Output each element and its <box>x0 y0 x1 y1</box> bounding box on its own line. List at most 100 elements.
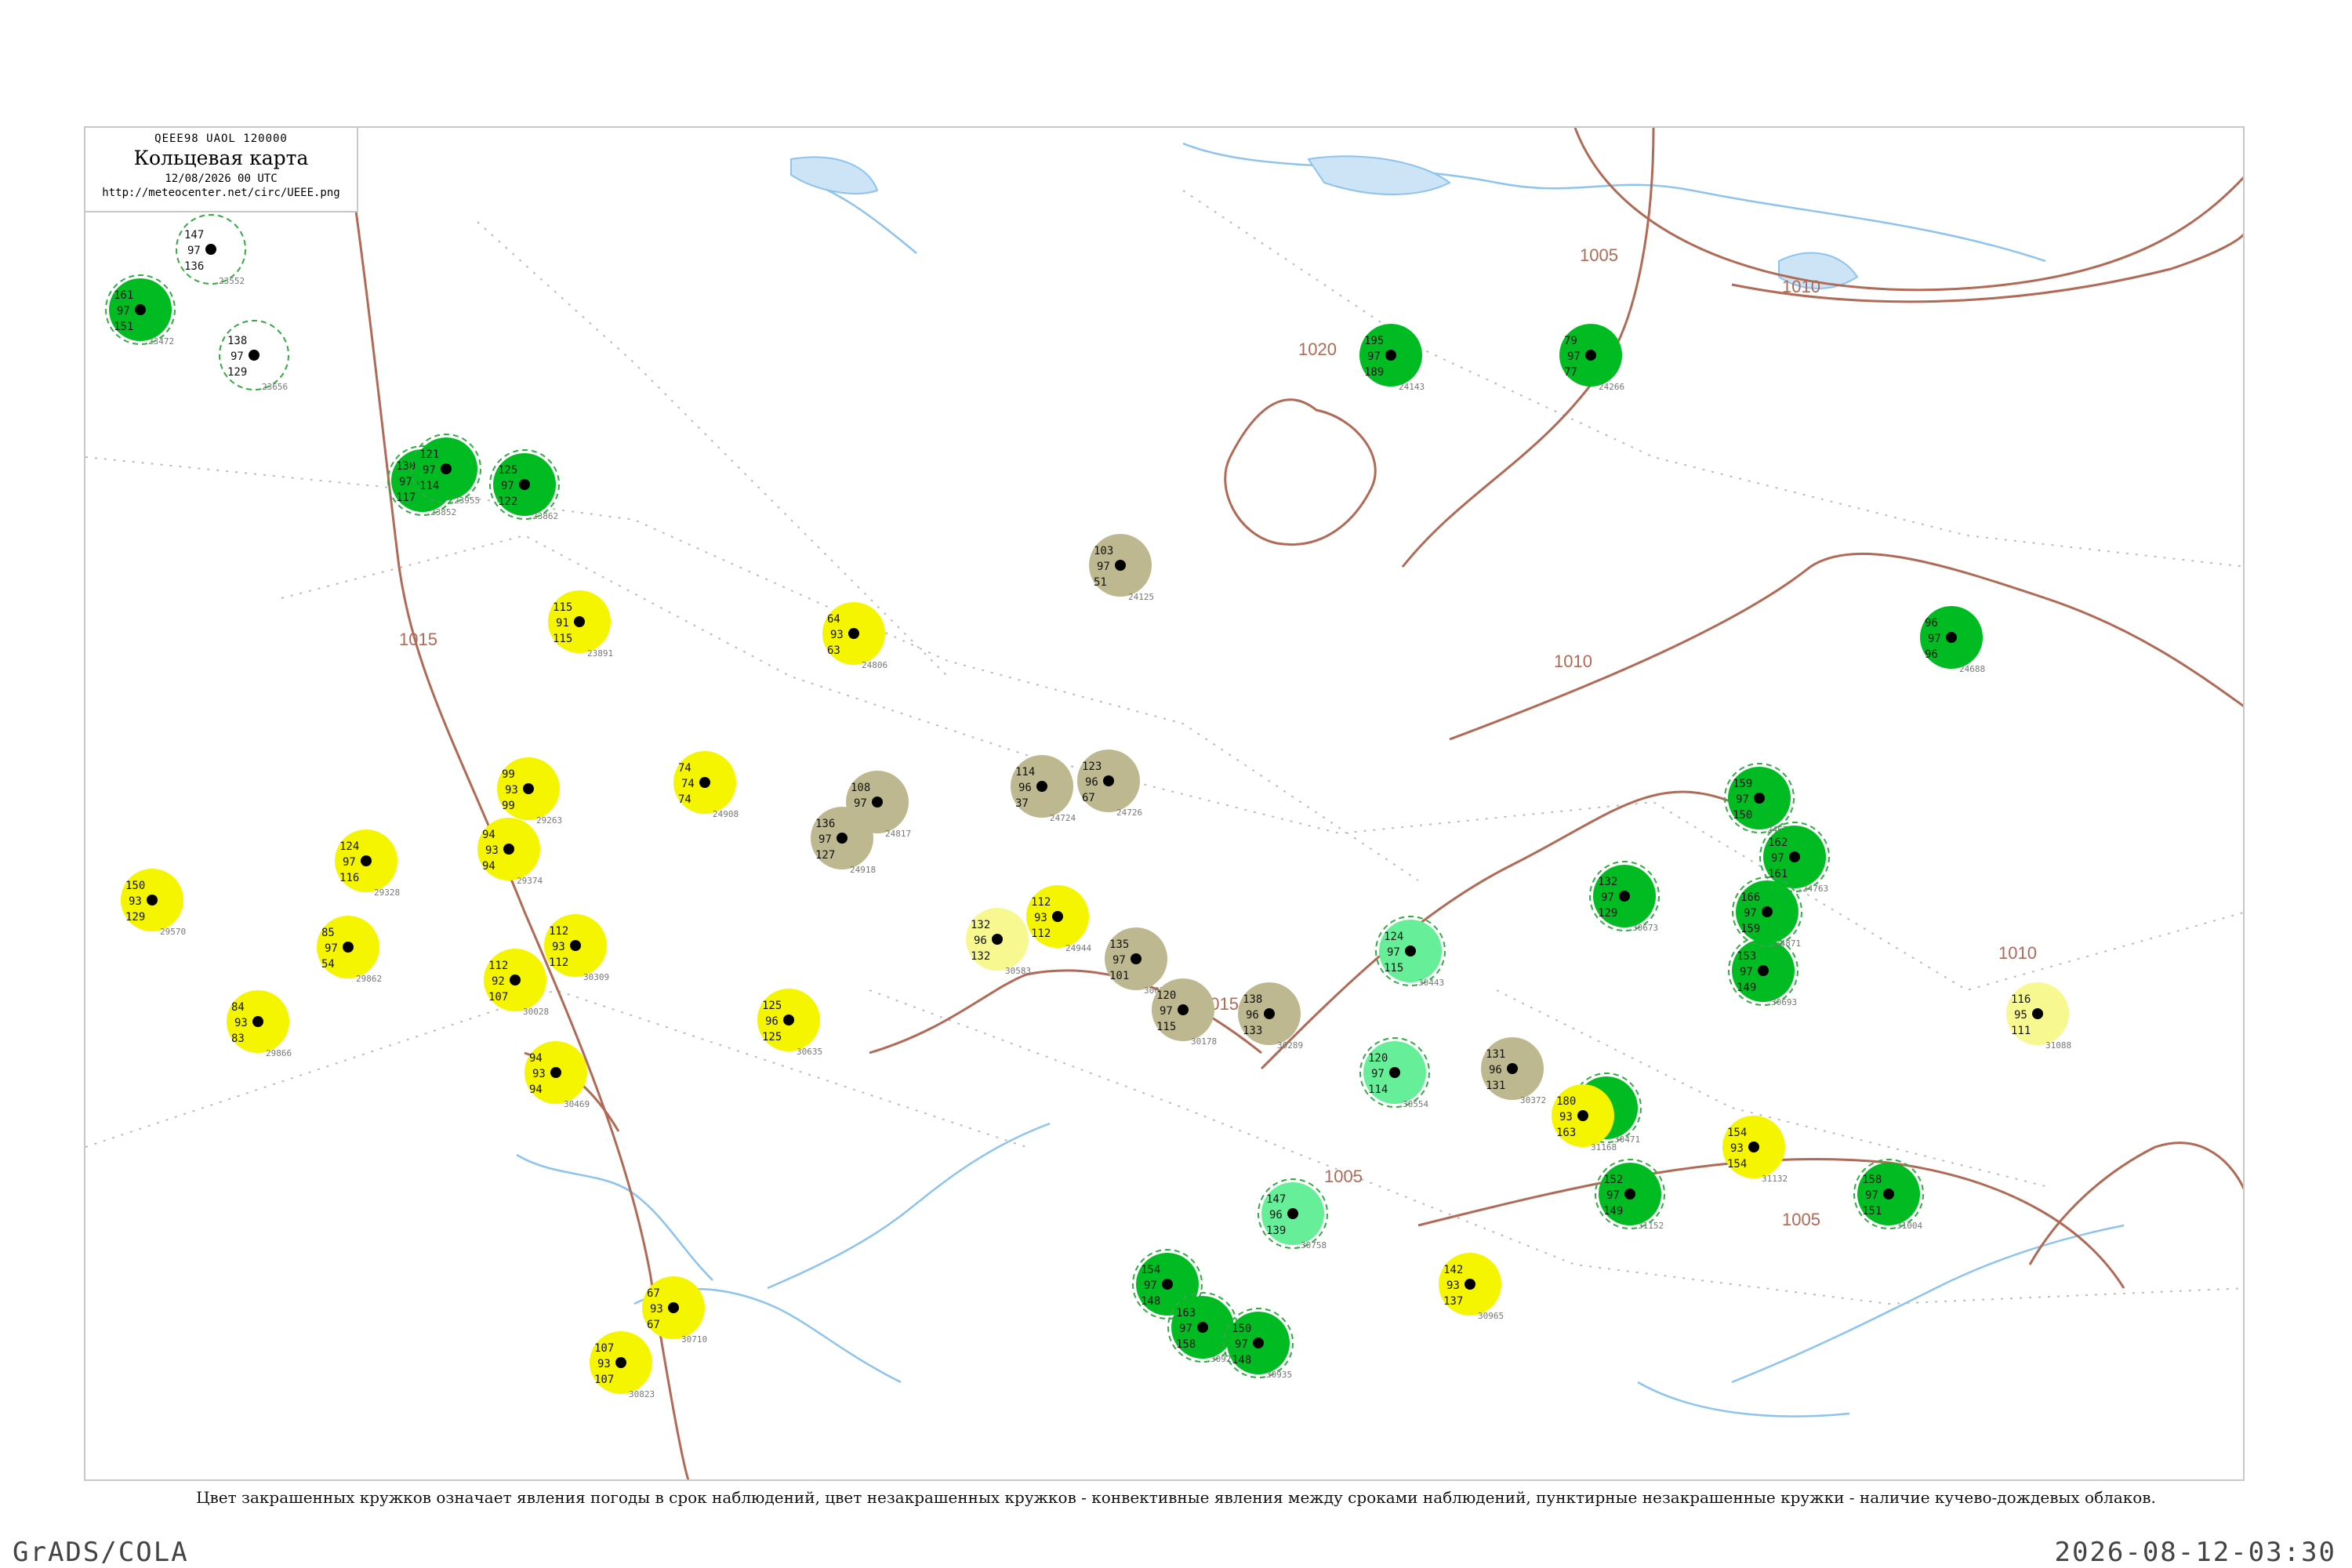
station-plot[interactable]: 154 93 154 31132 <box>1722 1116 1788 1184</box>
station-plot[interactable]: 112 93 112 30309 <box>544 914 609 982</box>
station-dot-icon <box>1577 1110 1588 1121</box>
station-value-bottom: 125 <box>762 1031 782 1044</box>
station-value-top: 120 <box>1368 1052 1388 1065</box>
station-value-bottom: 107 <box>488 991 508 1004</box>
station-value-top: 96 <box>1925 617 1938 630</box>
station-dot-icon <box>668 1302 679 1313</box>
station-plot[interactable]: 103 97 51 24125 <box>1089 534 1154 602</box>
station-dot-icon <box>1758 965 1769 976</box>
station-plot[interactable]: 195 97 189 24143 <box>1359 324 1425 392</box>
station-value-bottom: 189 <box>1364 366 1384 379</box>
station-plot[interactable]: 124 97 116 29328 <box>335 829 400 898</box>
station-value-mid: 95 <box>2014 1009 2027 1022</box>
station-dot-icon <box>1389 1067 1400 1078</box>
station-plot[interactable]: 99 93 99 29263 <box>497 757 562 826</box>
station-plot[interactable]: 131 96 131 30372 <box>1481 1037 1546 1105</box>
station-value-top: 84 <box>231 1001 245 1014</box>
station-value-top: 161 <box>114 289 133 302</box>
station-dot-icon <box>1883 1189 1894 1200</box>
station-value-mid: 92 <box>492 975 505 988</box>
station-dot-icon <box>615 1357 626 1368</box>
station-plot[interactable]: 132 97 129 30673 <box>1589 861 1660 933</box>
station-index: 30289 <box>1277 1040 1303 1051</box>
station-dot-icon <box>1385 350 1396 361</box>
station-value-bottom: 129 <box>125 911 145 924</box>
station-index: 30178 <box>1191 1036 1217 1047</box>
station-value-bottom: 63 <box>827 644 840 657</box>
station-plot[interactable]: 120 97 114 30554 <box>1359 1037 1430 1109</box>
station-index: 30469 <box>564 1099 590 1109</box>
station-plot[interactable]: 132 96 132 30583 <box>966 908 1031 976</box>
station-plot[interactable]: 152 97 149 31152 <box>1595 1159 1665 1231</box>
station-value-top: 142 <box>1443 1264 1463 1276</box>
station-value-bottom: 122 <box>498 495 517 508</box>
station-index: 30635 <box>797 1047 822 1057</box>
station-plot[interactable]: 112 93 112 24944 <box>1026 885 1091 953</box>
station-plot[interactable]: 84 93 83 29866 <box>227 990 292 1058</box>
station-value-top: 114 <box>1015 766 1035 779</box>
isobar-label: 1010 <box>1998 943 2037 963</box>
station-plot[interactable]: 147 97 136 23552 <box>176 214 246 286</box>
station-plot[interactable]: 94 93 94 30469 <box>524 1041 590 1109</box>
isobar-label: 1005 <box>1324 1167 1363 1186</box>
station-dot-icon <box>550 1067 561 1078</box>
station-plot[interactable]: 150 93 129 29570 <box>121 869 186 937</box>
station-index: 23852 <box>430 507 456 517</box>
station-index: 23862 <box>532 511 558 521</box>
station-plot[interactable]: 114 96 37 24724 <box>1011 755 1076 823</box>
station-plot[interactable]: 150 97 148 30935 <box>1223 1308 1294 1380</box>
station-plot[interactable]: 115 91 115 23891 <box>548 590 613 659</box>
station-plot[interactable]: 85 97 54 29862 <box>317 916 382 984</box>
station-dot-icon <box>205 244 216 255</box>
station-value-top: 120 <box>1156 989 1176 1002</box>
station-plot[interactable]: 112 92 107 30028 <box>484 949 549 1017</box>
station-index: 29328 <box>374 887 400 898</box>
station-plot[interactable]: 158 97 151 31004 <box>1853 1159 1924 1231</box>
station-plot[interactable]: 142 93 137 30965 <box>1439 1253 1504 1321</box>
station-index: 31088 <box>2045 1040 2071 1051</box>
station-value-bottom: 127 <box>815 849 835 862</box>
station-plot[interactable]: 138 96 133 30289 <box>1238 982 1303 1051</box>
station-index: 24908 <box>713 809 739 819</box>
station-plot[interactable]: 138 97 129 23656 <box>219 320 289 392</box>
station-plot[interactable]: 125 96 125 30635 <box>757 989 822 1057</box>
station-value-bottom: 159 <box>1740 923 1760 935</box>
station-plot[interactable]: 125 97 122 23862 <box>489 449 560 521</box>
station-plot[interactable]: 123 96 67 24726 <box>1077 750 1142 818</box>
station-dot-icon <box>2032 1008 2043 1019</box>
station-value-mid: 97 <box>117 305 130 318</box>
station-plot[interactable]: 116 95 111 31088 <box>2006 982 2071 1051</box>
station-value-bottom: 148 <box>1232 1354 1251 1367</box>
station-plot[interactable]: 64 93 63 24806 <box>822 602 887 670</box>
station-plot[interactable]: 74 74 74 24908 <box>673 751 739 819</box>
station-index: 30471 <box>1614 1134 1640 1145</box>
station-plot[interactable]: 67 93 67 30710 <box>642 1276 707 1345</box>
station-dot-icon <box>1465 1279 1475 1290</box>
map-datetime: 12/08/2026 00 UTC <box>165 172 278 185</box>
station-value-mid: 96 <box>1489 1064 1502 1076</box>
station-value-mid: 96 <box>1018 782 1032 794</box>
station-plot[interactable]: 124 97 115 30443 <box>1375 916 1446 988</box>
station-plot[interactable]: 107 93 107 30823 <box>590 1331 655 1399</box>
station-value-mid: 93 <box>234 1017 248 1029</box>
station-plot[interactable]: 1359710130074 <box>1105 927 1170 996</box>
station-dot-icon <box>1115 560 1126 571</box>
station-value-top: 135 <box>1109 938 1129 951</box>
station-value-bottom: 151 <box>114 321 133 333</box>
station-plot[interactable]: 96 97 96 24688 <box>1920 606 1985 674</box>
station-index: 30372 <box>1520 1095 1546 1105</box>
station-plot[interactable]: 147 96 139 30758 <box>1258 1178 1328 1250</box>
station-dot-icon <box>1287 1208 1298 1219</box>
station-value-top: 107 <box>594 1342 614 1355</box>
weather-map[interactable]: 1005 1010 1010 1010 1015 1015 1020 1005 … <box>85 128 2245 1481</box>
station-plot[interactable]: 120 97 115 30178 <box>1152 978 1217 1047</box>
station-index: 29263 <box>536 815 562 826</box>
station-plot[interactable]: 94 93 94 29374 <box>477 818 543 886</box>
station-value-top: 112 <box>1031 896 1051 909</box>
station-index: 24724 <box>1050 813 1076 823</box>
station-value-top: 150 <box>1232 1323 1251 1335</box>
station-plot[interactable]: 166 97 159 24871 <box>1732 877 1802 949</box>
station-plot[interactable]: 79 97 77 24266 <box>1559 324 1624 392</box>
station-plot[interactable]: 161 97 151 23472 <box>105 274 176 347</box>
map-url[interactable]: http://meteocenter.net/circ/UEEE.png <box>85 187 357 199</box>
